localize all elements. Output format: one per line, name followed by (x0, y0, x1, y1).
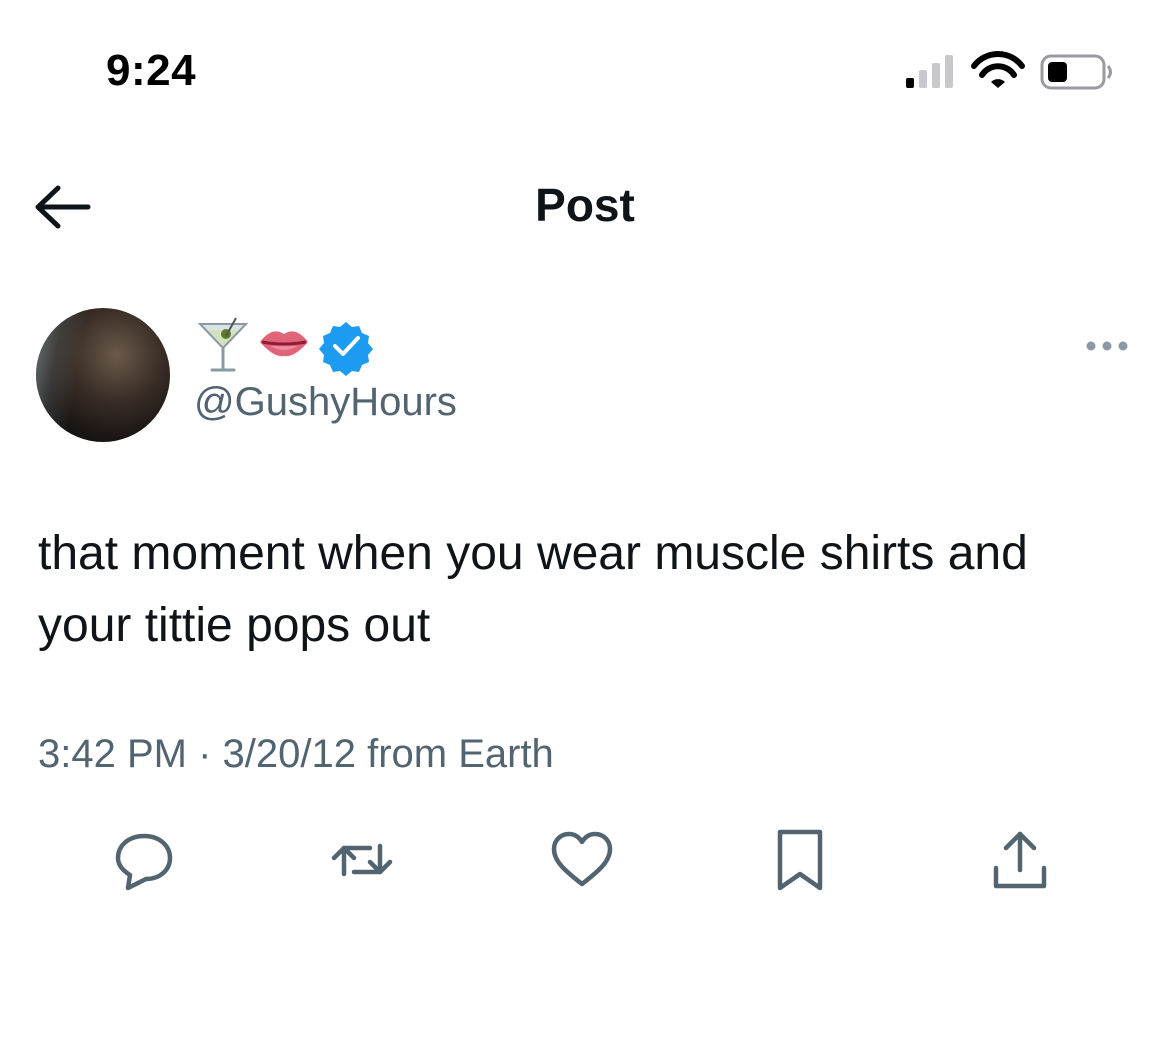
like-icon[interactable] (550, 828, 614, 892)
verified-badge-icon (319, 322, 373, 376)
avatar[interactable] (36, 308, 170, 442)
share-icon[interactable] (988, 828, 1052, 892)
cocktail-icon (197, 317, 249, 372)
cellular-signal-icon (906, 55, 953, 88)
repost-icon[interactable] (330, 828, 394, 892)
status-icons (906, 51, 1112, 90)
post-screen: 9:24 Post @GushyHours that moment when y… (0, 0, 1170, 1052)
display-name[interactable] (196, 316, 396, 376)
post-text-line: your tittie pops out (38, 599, 431, 652)
post-text-line: that moment when you wear muscle shirts … (38, 527, 1028, 580)
lips-icon (260, 331, 308, 357)
post-text: that moment when you wear muscle shirts … (38, 518, 1128, 662)
more-options-icon[interactable] (1082, 330, 1132, 360)
reply-icon[interactable] (112, 828, 176, 892)
page-title: Post (535, 179, 635, 231)
wifi-icon (971, 51, 1025, 88)
bookmark-icon[interactable] (768, 828, 832, 892)
status-time: 9:24 (106, 46, 197, 95)
post-timestamp: 3:42 PM · 3/20/12 from Earth (38, 732, 554, 776)
battery-icon (1040, 54, 1112, 90)
author-handle[interactable]: @GushyHours (194, 380, 457, 425)
